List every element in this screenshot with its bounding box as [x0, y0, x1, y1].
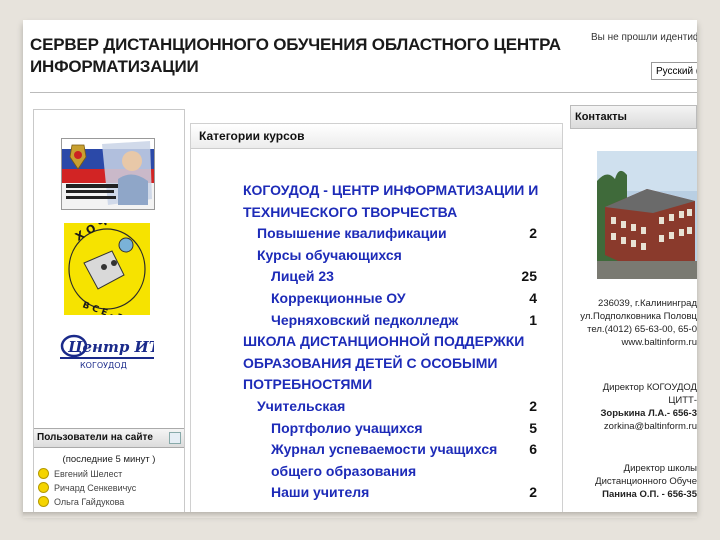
ministry-logo-image — [62, 139, 154, 209]
building-photo — [597, 151, 697, 279]
contact-email[interactable]: zorkina@baltinform.ru — [570, 420, 697, 433]
course-category-link[interactable]: Черняховский педколледж — [271, 310, 458, 332]
contact-director-school: Директор школы Дистанционного Обуче Пани… — [570, 462, 697, 501]
course-categories-header: Категории курсов — [191, 124, 562, 149]
course-category-link[interactable]: Курсы обучающихся — [257, 245, 402, 267]
course-category-row: Лицей 23 25 — [191, 266, 562, 288]
online-user[interactable]: Ричард Сенкевичус — [38, 482, 184, 493]
course-category-row: общего образования — [191, 461, 562, 483]
contacts-block: Контакты 236039, г.Калининград ул.Подпол… — [570, 105, 697, 512]
course-count: 4 — [529, 289, 537, 306]
online-user-name[interactable]: Ричард Сенкевичус — [54, 483, 136, 493]
hochu-vse-znat-logo[interactable]: Х О Ч У В С Е - З Н А Т Ь — [64, 209, 162, 338]
contact-line: Директор школы — [623, 463, 697, 474]
contact-line: Дистанционного Обуче — [595, 476, 697, 487]
user-smiley-icon — [38, 468, 49, 479]
course-category-row: Журнал успеваемости учащихся 6 — [191, 439, 562, 461]
course-category-link[interactable]: ОБРАЗОВАНИЯ ДЕТЕЙ С ОСОБЫМИ — [243, 353, 497, 375]
course-category-row: Курсы обучающихся — [191, 245, 562, 267]
course-count: 2 — [529, 225, 537, 242]
course-category-list: КОГОУДОД - ЦЕНТР ИНФОРМАТИЗАЦИИ И ТЕХНИЧЕ… — [191, 180, 562, 504]
contact-name: Панина О.П. - 656-35 — [602, 489, 697, 500]
course-category-row: ШКОЛА ДИСТАНЦИОННОЙ ПОДДЕРЖКИ — [191, 331, 562, 353]
course-category-row: ТЕХНИЧЕСКОГО ТВОРЧЕСТВА — [191, 202, 562, 224]
course-category-link[interactable]: ПОТРЕБНОСТЯМИ — [243, 374, 372, 396]
course-category-link[interactable]: общего образования — [271, 461, 416, 483]
online-user[interactable]: Евгений Шелест — [38, 468, 184, 479]
course-count: 2 — [529, 484, 537, 501]
ministry-logo[interactable] — [61, 138, 155, 210]
course-category-link[interactable]: Лицей 23 — [271, 266, 334, 288]
online-user-name[interactable]: Евгений Шелест — [54, 469, 122, 479]
language-select[interactable]: Русский (r — [651, 62, 697, 80]
online-users-title: Пользователи на сайте — [37, 432, 153, 443]
course-category-link[interactable]: Журнал успеваемости учащихся — [271, 439, 497, 461]
user-smiley-icon — [38, 482, 49, 493]
contact-line: Директор КОГОУДОД — [602, 382, 697, 393]
course-category-link[interactable]: Повышение квалификации — [257, 223, 447, 245]
course-count: 5 — [529, 419, 537, 436]
building-photo-image — [597, 151, 697, 279]
online-users-period: (последние 5 минут ) — [62, 454, 156, 465]
contact-director-center: Директор КОГОУДОД ЦИТТ- Зорькина Л.А.- 6… — [570, 381, 697, 433]
course-category-link[interactable]: Портфолио учащихся — [271, 418, 423, 440]
contact-line: 236039, г.Калининград — [598, 298, 697, 309]
course-category-row: ОБРАЗОВАНИЯ ДЕТЕЙ С ОСОБЫМИ — [191, 353, 562, 375]
course-category-row: Повышение квалификации 2 — [191, 223, 562, 245]
collapse-block-icon[interactable] — [169, 432, 181, 444]
contact-name: Зорькина Л.А.- 656-3 — [600, 408, 697, 419]
course-category-row: Учительская 2 — [191, 396, 562, 418]
course-category-link[interactable]: Учительская — [257, 396, 345, 418]
online-user-name[interactable]: Ольга Гайдукова — [54, 497, 124, 507]
centr-itt-subtext: КОГОУДОД — [80, 361, 127, 370]
course-category-link[interactable]: ШКОЛА ДИСТАНЦИОННОЙ ПОДДЕРЖКИ — [243, 331, 524, 353]
screenshot-sheet: СЕРВЕР ДИСТАНЦИОННОГО ОБУЧЕНИЯ ОБЛАСТНОГ… — [23, 20, 697, 512]
course-category-link[interactable]: КОГОУДОД - ЦЕНТР ИНФОРМАТИЗАЦИИ И — [243, 180, 538, 202]
left-column: Х О Ч У В С Е - З Н А Т Ь Центр ИТТ КОГО… — [33, 109, 185, 512]
course-count: 6 — [529, 441, 537, 458]
site-title: СЕРВЕР ДИСТАНЦИОННОГО ОБУЧЕНИЯ ОБЛАСТНОГ… — [30, 34, 590, 78]
online-users-block: Пользователи на сайте (последние 5 минут… — [34, 428, 184, 507]
slide-shadow — [23, 512, 697, 518]
user-smiley-icon — [38, 496, 49, 507]
centr-itt-text: Центр ИТТ — [67, 338, 154, 356]
course-category-link[interactable]: Коррекционные ОУ — [271, 288, 406, 310]
contacts-header: Контакты — [570, 105, 697, 129]
course-count: 2 — [529, 397, 537, 414]
site-title-line2: ИНФОРМАТИЗАЦИИ — [30, 57, 199, 76]
course-category-row: Наши учителя 2 — [191, 482, 562, 504]
course-category-link[interactable]: ТЕХНИЧЕСКОГО ТВОРЧЕСТВА — [243, 202, 457, 224]
contact-line: тел.(4012) 65-63-00, 65-0 — [587, 324, 697, 335]
login-info[interactable]: Вы не прошли идентиф — [591, 32, 697, 43]
centr-itt-logo[interactable]: Центр ИТТ КОГОУДОД — [60, 332, 173, 370]
contact-address: 236039, г.Калининград ул.Подполковника П… — [570, 297, 697, 349]
course-category-row: ПОТРЕБНОСТЯМИ — [191, 374, 562, 396]
centr-itt-image: Центр ИТТ КОГОУДОД — [60, 334, 173, 370]
site-title-line1: СЕРВЕР ДИСТАНЦИОННОГО ОБУЧЕНИЯ ОБЛАСТНОГ… — [30, 35, 561, 54]
contact-line: ЦИТТ- — [668, 395, 697, 406]
contact-link[interactable]: www.baltinform.ru — [570, 336, 698, 349]
course-category-row: Черняховский педколледж 1 — [191, 310, 562, 332]
course-category-row: КОГОУДОД - ЦЕНТР ИНФОРМАТИЗАЦИИ И — [191, 180, 562, 202]
course-count: 25 — [521, 268, 537, 285]
course-category-link[interactable]: Наши учителя — [271, 482, 369, 504]
course-count: 1 — [529, 311, 537, 328]
course-category-row: Коррекционные ОУ 4 — [191, 288, 562, 310]
course-category-row: Портфолио учащихся 5 — [191, 418, 562, 440]
contact-line: ул.Подполковника Половц — [580, 311, 697, 322]
header-divider — [30, 92, 697, 93]
course-categories-block: Категории курсов КОГОУДОД - ЦЕНТР ИНФОРМ… — [190, 123, 563, 512]
online-user[interactable]: Ольга Гайдукова — [38, 496, 184, 507]
hochu-vse-znat-image: Х О Ч У В С Е - З Н А Т Ь — [64, 209, 162, 338]
online-users-header: Пользователи на сайте — [34, 428, 184, 448]
